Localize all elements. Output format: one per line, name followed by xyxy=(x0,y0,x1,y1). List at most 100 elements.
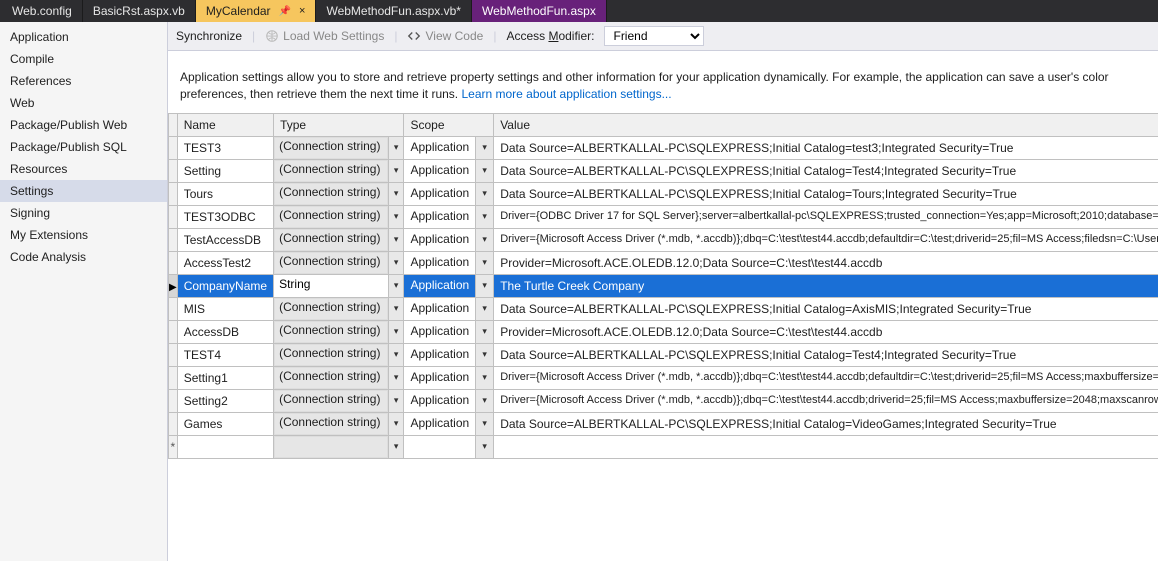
chevron-down-icon[interactable]: ▾ xyxy=(475,436,493,458)
pin-icon[interactable]: ⁠📌 xyxy=(279,6,291,17)
cell-value[interactable]: Driver={ODBC Driver 17 for SQL Server};s… xyxy=(494,205,1158,228)
cell-scope[interactable]: Application▾ xyxy=(404,205,494,228)
cell-value[interactable]: Data Source=ALBERTKALLAL-PC\SQLEXPRESS;I… xyxy=(494,136,1158,159)
learn-more-link[interactable]: Learn more about application settings... xyxy=(461,87,671,101)
close-icon[interactable]: × xyxy=(299,5,305,17)
chevron-down-icon[interactable]: ▾ xyxy=(475,344,493,366)
cell-name[interactable]: TEST3 xyxy=(177,136,273,159)
cell-name[interactable]: TestAccessDB xyxy=(177,228,273,251)
nav-compile[interactable]: Compile xyxy=(0,48,167,70)
cell-scope[interactable]: Application▾ xyxy=(404,366,494,389)
cell-value[interactable]: Data Source=ALBERTKALLAL-PC\SQLEXPRESS;I… xyxy=(494,159,1158,182)
nav-resources[interactable]: Resources xyxy=(0,158,167,180)
chevron-down-icon[interactable]: ▾ xyxy=(388,298,404,320)
row-header[interactable]: ▶ xyxy=(169,274,178,297)
table-row[interactable]: MIS(Connection string)▾Application▾Data … xyxy=(169,297,1158,320)
cell-scope[interactable]: Application▾ xyxy=(404,182,494,205)
nav-web[interactable]: Web xyxy=(0,92,167,114)
cell-value[interactable]: Data Source=ALBERTKALLAL-PC\SQLEXPRESS;I… xyxy=(494,343,1158,366)
row-header[interactable] xyxy=(169,182,178,205)
cell-scope[interactable]: Application▾ xyxy=(404,389,494,412)
nav-references[interactable]: References xyxy=(0,70,167,92)
row-header[interactable] xyxy=(169,205,178,228)
nav-signing[interactable]: Signing xyxy=(0,202,167,224)
tab-webmethodfun-aspx[interactable]: WebMethodFun.aspx xyxy=(472,0,607,22)
cell-type[interactable]: ▾ xyxy=(274,435,404,458)
cell-name[interactable]: Setting1 xyxy=(177,366,273,389)
col-name[interactable]: Name xyxy=(177,113,273,136)
cell-type[interactable]: String▾ xyxy=(274,274,404,297)
tab-basicrst[interactable]: BasicRst.aspx.vb xyxy=(83,0,196,22)
chevron-down-icon[interactable]: ▾ xyxy=(388,321,404,343)
cell-value[interactable]: Provider=Microsoft.ACE.OLEDB.12.0;Data S… xyxy=(494,320,1158,343)
table-row[interactable]: AccessDB(Connection string)▾Application▾… xyxy=(169,320,1158,343)
cell-scope[interactable]: Application▾ xyxy=(404,251,494,274)
cell-scope[interactable]: Application▾ xyxy=(404,159,494,182)
table-row[interactable]: Setting2(Connection string)▾Application▾… xyxy=(169,389,1158,412)
nav-application[interactable]: Application xyxy=(0,26,167,48)
cell-scope[interactable]: Application▾ xyxy=(404,136,494,159)
chevron-down-icon[interactable]: ▾ xyxy=(475,413,493,435)
cell-type[interactable]: (Connection string)▾ xyxy=(274,412,404,435)
row-header[interactable] xyxy=(169,159,178,182)
chevron-down-icon[interactable]: ▾ xyxy=(388,413,404,435)
cell-scope[interactable]: Application▾ xyxy=(404,343,494,366)
nav-settings[interactable]: Settings xyxy=(0,180,167,202)
cell-value[interactable]: Driver={Microsoft Access Driver (*.mdb, … xyxy=(494,389,1158,412)
table-row[interactable]: Games(Connection string)▾Application▾Dat… xyxy=(169,412,1158,435)
table-row[interactable]: Tours(Connection string)▾Application▾Dat… xyxy=(169,182,1158,205)
row-header[interactable] xyxy=(169,343,178,366)
cell-type[interactable]: (Connection string)▾ xyxy=(274,159,404,182)
tab-webmethodfun-vb[interactable]: WebMethodFun.aspx.vb* xyxy=(316,0,472,22)
cell-type[interactable]: (Connection string)▾ xyxy=(274,320,404,343)
cell-value[interactable] xyxy=(494,435,1158,458)
tab-mycalendar[interactable]: MyCalendar ⁠📌 × xyxy=(196,0,317,22)
cell-type[interactable]: (Connection string)▾ xyxy=(274,136,404,159)
cell-value[interactable]: Provider=Microsoft.ACE.OLEDB.12.0;Data S… xyxy=(494,251,1158,274)
cell-value[interactable]: Driver={Microsoft Access Driver (*.mdb, … xyxy=(494,366,1158,389)
chevron-down-icon[interactable]: ▾ xyxy=(388,367,404,389)
chevron-down-icon[interactable]: ▾ xyxy=(475,275,493,297)
nav-package-publish-sql[interactable]: Package/Publish SQL xyxy=(0,136,167,158)
chevron-down-icon[interactable]: ▾ xyxy=(388,229,404,251)
cell-type[interactable]: (Connection string)▾ xyxy=(274,343,404,366)
chevron-down-icon[interactable]: ▾ xyxy=(475,160,493,182)
cell-value[interactable]: Data Source=ALBERTKALLAL-PC\SQLEXPRESS;I… xyxy=(494,412,1158,435)
cell-type[interactable]: (Connection string)▾ xyxy=(274,297,404,320)
access-modifier-select[interactable]: Friend xyxy=(604,26,704,46)
synchronize-button[interactable]: Synchronize xyxy=(176,29,242,43)
table-row[interactable]: TEST3ODBC(Connection string)▾Application… xyxy=(169,205,1158,228)
col-scope[interactable]: Scope xyxy=(404,113,494,136)
chevron-down-icon[interactable]: ▾ xyxy=(388,252,404,274)
cell-name[interactable]: Games xyxy=(177,412,273,435)
load-web-settings-button[interactable]: Load Web Settings xyxy=(265,29,384,43)
chevron-down-icon[interactable]: ▾ xyxy=(388,137,404,159)
cell-name[interactable]: Setting2 xyxy=(177,389,273,412)
cell-scope[interactable]: Application▾ xyxy=(404,297,494,320)
chevron-down-icon[interactable]: ▾ xyxy=(475,183,493,205)
cell-value[interactable]: The Turtle Creek Company xyxy=(494,274,1158,297)
cell-type[interactable]: (Connection string)▾ xyxy=(274,251,404,274)
table-row[interactable]: AccessTest2(Connection string)▾Applicati… xyxy=(169,251,1158,274)
table-row[interactable]: TEST4(Connection string)▾Application▾Dat… xyxy=(169,343,1158,366)
row-header[interactable]: * xyxy=(169,435,178,458)
row-header[interactable] xyxy=(169,251,178,274)
cell-scope[interactable]: Application▾ xyxy=(404,320,494,343)
cell-type[interactable]: (Connection string)▾ xyxy=(274,389,404,412)
cell-name[interactable]: AccessDB xyxy=(177,320,273,343)
cell-name[interactable]: AccessTest2 xyxy=(177,251,273,274)
cell-type[interactable]: (Connection string)▾ xyxy=(274,228,404,251)
chevron-down-icon[interactable]: ▾ xyxy=(388,390,404,412)
chevron-down-icon[interactable]: ▾ xyxy=(388,275,404,297)
chevron-down-icon[interactable]: ▾ xyxy=(475,206,493,228)
table-row-new[interactable]: * ▾ ▾ xyxy=(169,435,1158,458)
chevron-down-icon[interactable]: ▾ xyxy=(475,298,493,320)
chevron-down-icon[interactable]: ▾ xyxy=(475,137,493,159)
tab-web-config[interactable]: Web.config xyxy=(2,0,83,22)
table-row[interactable]: Setting1(Connection string)▾Application▾… xyxy=(169,366,1158,389)
col-value[interactable]: Value xyxy=(494,113,1158,136)
cell-scope[interactable]: ▾ xyxy=(404,435,494,458)
row-header[interactable] xyxy=(169,297,178,320)
cell-scope[interactable]: Application▾ xyxy=(404,274,494,297)
nav-my-extensions[interactable]: My Extensions xyxy=(0,224,167,246)
